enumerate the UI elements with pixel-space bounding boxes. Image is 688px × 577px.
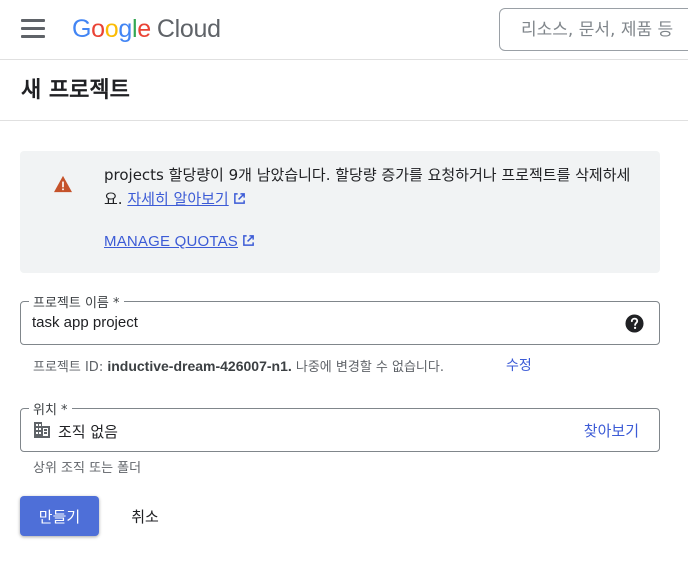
project-id-value: inductive-dream-426007-n1. bbox=[107, 358, 292, 374]
cancel-button[interactable]: 취소 bbox=[113, 496, 177, 536]
learn-more-text: 자세히 알아보기 bbox=[127, 190, 229, 208]
learn-more-link[interactable]: 자세히 알아보기 bbox=[127, 190, 228, 208]
logo-letter-g: G bbox=[72, 15, 92, 43]
quota-warning-banner: projects 할당량이 9개 남았습니다. 할당량 증가를 요청하거나 프로… bbox=[20, 151, 660, 273]
external-link-icon bbox=[243, 235, 254, 246]
project-id-prefix: 프로젝트 ID: bbox=[33, 360, 104, 375]
logo-letter-g2: g bbox=[118, 15, 132, 43]
external-link-icon bbox=[233, 193, 245, 204]
organization-building-icon bbox=[34, 422, 50, 438]
google-cloud-logo[interactable]: Google Cloud bbox=[72, 14, 221, 44]
logo-letter-o1: o bbox=[91, 15, 105, 43]
banner-message: projects 할당량이 9개 남았습니다. 할당량 증가를 요청하거나 프로… bbox=[104, 163, 644, 211]
search-input[interactable] bbox=[500, 9, 688, 50]
help-icon[interactable] bbox=[625, 314, 644, 333]
location-value: 조직 없음 bbox=[58, 423, 118, 441]
logo-letter-e: e bbox=[137, 15, 151, 43]
location-label: 위치 * bbox=[29, 399, 72, 418]
page-title: 새 프로젝트 bbox=[21, 78, 130, 103]
manage-quotas-text: MANAGE QUOTAS bbox=[104, 233, 239, 250]
logo-cloud-text: Cloud bbox=[156, 15, 221, 43]
project-id-note: 나중에 변경할 수 없습니다. bbox=[295, 360, 444, 375]
location-field[interactable]: 위치 * 조직 없음 찾아보기 bbox=[20, 399, 660, 452]
location-hint: 상위 조직 또는 폴더 bbox=[33, 461, 142, 476]
project-id-info: 프로젝트 ID: inductive-dream-426007-n1. 나중에 … bbox=[33, 356, 444, 375]
logo-letter-o2: o bbox=[104, 15, 119, 43]
hamburger-menu-icon[interactable] bbox=[21, 19, 45, 39]
search-box[interactable] bbox=[499, 8, 688, 51]
top-bar: Google Cloud bbox=[0, 0, 688, 60]
edit-project-id-link[interactable]: 수정 bbox=[506, 355, 532, 375]
browse-location-button[interactable]: 찾아보기 bbox=[584, 420, 639, 441]
project-name-field[interactable]: 프로젝트 이름 * bbox=[20, 292, 660, 345]
create-button[interactable]: 만들기 bbox=[20, 496, 99, 536]
manage-quotas-link[interactable]: MANAGE QUOTAS bbox=[104, 233, 255, 250]
header-divider bbox=[0, 120, 688, 121]
project-name-input[interactable] bbox=[32, 314, 592, 331]
project-name-label: 프로젝트 이름 * bbox=[29, 292, 124, 311]
warning-icon bbox=[54, 175, 72, 193]
